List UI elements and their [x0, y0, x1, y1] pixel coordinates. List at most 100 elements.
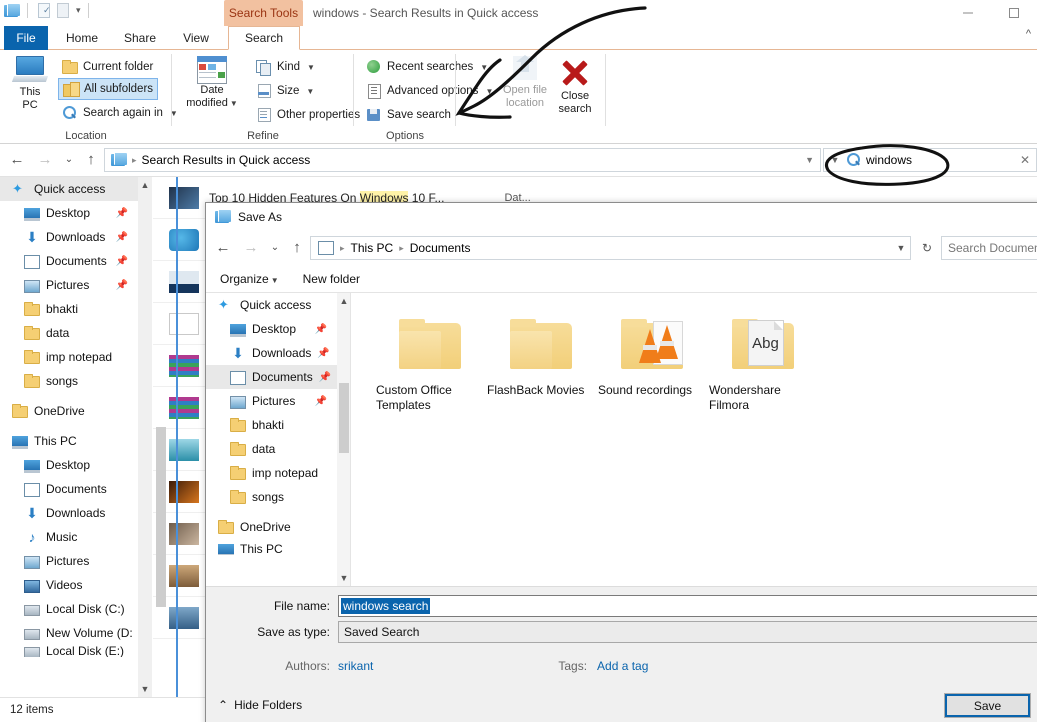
pin-icon[interactable]: 📌 [116, 280, 128, 291]
search-box[interactable]: ▼ windows ✕ [823, 148, 1037, 172]
this-pc-button[interactable]: This PC [6, 56, 54, 112]
explorer-icon[interactable] [4, 4, 20, 18]
dialog-sidebar-item-documents[interactable]: Documents 📌 [206, 365, 337, 389]
sidebar-item-pc-desktop[interactable]: Desktop [0, 453, 138, 477]
dialog-sidebar-item-imp-notepad[interactable]: imp notepad [206, 461, 337, 485]
recent-locations-button[interactable]: ⌄ [58, 149, 80, 171]
search-again-in-button[interactable]: Search again in ▼ [58, 102, 182, 124]
close-search-button[interactable]: Close search [550, 56, 600, 116]
new-folder-icon[interactable] [57, 3, 69, 18]
filename-input[interactable]: windows search [338, 595, 1037, 617]
tab-search[interactable]: Search [228, 26, 300, 50]
search-clear-icon[interactable]: ✕ [1020, 153, 1030, 167]
save-search-button[interactable]: Save search [362, 104, 455, 126]
sidebar-item-data[interactable]: data [0, 321, 138, 345]
save-button[interactable]: Save [944, 693, 1031, 718]
maximize-button[interactable] [991, 0, 1037, 26]
navigation-pane-scrollbar[interactable]: ▲ ▼ [138, 177, 152, 697]
sidebar-item-new-volume-d[interactable]: New Volume (D: [0, 621, 138, 645]
pin-icon[interactable]: 📌 [116, 232, 128, 243]
all-subfolders-button[interactable]: All subfolders [58, 78, 158, 100]
sidebar-item-songs[interactable]: songs [0, 369, 138, 393]
dialog-sidebar-item-songs[interactable]: songs [206, 485, 337, 509]
sidebar-item-desktop[interactable]: Desktop 📌 [0, 201, 138, 225]
pin-icon[interactable]: 📌 [319, 372, 331, 383]
sidebar-item-music[interactable]: ♪ Music [0, 525, 138, 549]
tab-share[interactable]: Share [114, 26, 166, 50]
tab-file[interactable]: File [4, 26, 48, 50]
scroll-up-icon[interactable]: ▲ [337, 293, 351, 309]
new-folder-button[interactable]: New folder [303, 272, 360, 286]
chevron-down-icon[interactable]: ▼ [480, 63, 488, 72]
pin-icon[interactable]: 📌 [315, 396, 327, 407]
sidebar-item-local-disk-e[interactable]: Local Disk (E:) [0, 645, 138, 657]
file-item-custom-office-templates[interactable]: Custom Office Templates [374, 305, 485, 586]
sidebar-item-pc-documents[interactable]: Documents [0, 477, 138, 501]
file-item-flashback-movies[interactable]: FlashBack Movies [485, 305, 596, 586]
scroll-up-icon[interactable]: ▲ [138, 177, 152, 193]
pin-icon[interactable]: 📌 [116, 256, 128, 267]
search-history-icon[interactable]: ▼ [824, 155, 846, 165]
chevron-down-icon[interactable]: ▼ [271, 276, 279, 285]
sidebar-item-imp-notepad[interactable]: imp notepad [0, 345, 138, 369]
up-button[interactable]: ↑ [80, 149, 102, 171]
authors-value[interactable]: srikant [338, 659, 373, 673]
pin-icon[interactable]: 📌 [116, 208, 128, 219]
tab-view[interactable]: View [170, 26, 222, 50]
chevron-down-icon[interactable]: ▾ [76, 5, 81, 16]
dialog-address-field[interactable]: ▸ This PC ▸ Documents [310, 236, 911, 260]
advanced-options-button[interactable]: Advanced options ▼ [362, 80, 497, 102]
sidebar-item-bhakti[interactable]: bhakti [0, 297, 138, 321]
address-dropdown-icon[interactable]: ▼ [805, 155, 814, 165]
dialog-recent-locations-button[interactable]: ⌄ [264, 237, 286, 259]
sidebar-item-pictures[interactable]: Pictures 📌 [0, 273, 138, 297]
organize-button[interactable]: Organize▼ [220, 272, 279, 286]
sidebar-item-documents[interactable]: Documents 📌 [0, 249, 138, 273]
dialog-sidebar-item-bhakti[interactable]: bhakti [206, 413, 337, 437]
sidebar-item-onedrive[interactable]: OneDrive [0, 399, 138, 423]
tags-value[interactable]: Add a tag [597, 659, 648, 673]
pin-icon[interactable]: 📌 [317, 348, 329, 359]
hide-folders-button[interactable]: ⌃ Hide Folders [218, 698, 302, 712]
search-tools-contextual-tab[interactable]: Search Tools [224, 0, 303, 26]
kind-button[interactable]: Kind ▼ [252, 56, 319, 78]
chevron-down-icon[interactable]: ▼ [307, 63, 315, 72]
breadcrumb-documents[interactable]: Documents [410, 241, 471, 255]
savetype-select[interactable]: Saved Search [338, 621, 1037, 643]
forward-button[interactable]: → [34, 149, 56, 171]
dialog-sidebar-item-this-pc[interactable]: This PC [206, 543, 337, 555]
sidebar-item-downloads[interactable]: ⬇ Downloads 📌 [0, 225, 138, 249]
sidebar-item-local-disk-c[interactable]: Local Disk (C:) [0, 597, 138, 621]
scroll-down-icon[interactable]: ▼ [138, 681, 152, 697]
minimize-button[interactable] [945, 0, 991, 26]
recent-searches-button[interactable]: Recent searches ▼ [362, 56, 492, 78]
tab-home[interactable]: Home [56, 26, 108, 50]
sidebar-item-this-pc[interactable]: This PC [0, 429, 138, 453]
chevron-down-icon[interactable]: ▼ [306, 87, 314, 96]
scroll-down-icon[interactable]: ▼ [337, 570, 351, 586]
scrollbar-thumb[interactable] [156, 427, 166, 607]
file-item-sound-recordings[interactable]: Sound recordings [596, 305, 707, 586]
dialog-sidebar-item-quick-access[interactable]: ✦ Quick access [206, 293, 337, 317]
search-input-value[interactable]: windows [866, 153, 912, 167]
dialog-sidebar-item-onedrive[interactable]: OneDrive [206, 515, 337, 539]
scrollbar-thumb[interactable] [339, 383, 349, 453]
dialog-up-button[interactable]: ↑ [286, 237, 308, 259]
collapse-ribbon-icon[interactable]: ^ [1026, 28, 1031, 40]
chevron-down-icon[interactable]: ▼ [230, 99, 238, 108]
dialog-address-dropdown-icon[interactable]: ▼ [891, 236, 911, 260]
date-modified-button[interactable]: Date modified▼ [180, 56, 244, 110]
file-item-wondershare-filmora[interactable]: Abg Wondershare Filmora [707, 305, 818, 586]
dialog-search-input[interactable]: Search Documents [941, 236, 1037, 260]
dialog-sidebar-item-pictures[interactable]: Pictures 📌 [206, 389, 337, 413]
dialog-sidebar-item-downloads[interactable]: ⬇ Downloads 📌 [206, 341, 337, 365]
size-button[interactable]: Size ▼ [252, 80, 318, 102]
back-button[interactable]: ← [6, 149, 28, 171]
sidebar-item-videos[interactable]: Videos [0, 573, 138, 597]
current-folder-button[interactable]: Current folder [58, 56, 157, 78]
address-field[interactable]: ▸ Search Results in Quick access ▼ [104, 148, 821, 172]
dialog-back-button[interactable]: ← [212, 237, 234, 259]
breadcrumb-this-pc[interactable]: This PC [351, 241, 394, 255]
dialog-refresh-button[interactable]: ↻ [915, 236, 939, 260]
sidebar-item-quick-access[interactable]: ✦ Quick access [0, 177, 138, 201]
